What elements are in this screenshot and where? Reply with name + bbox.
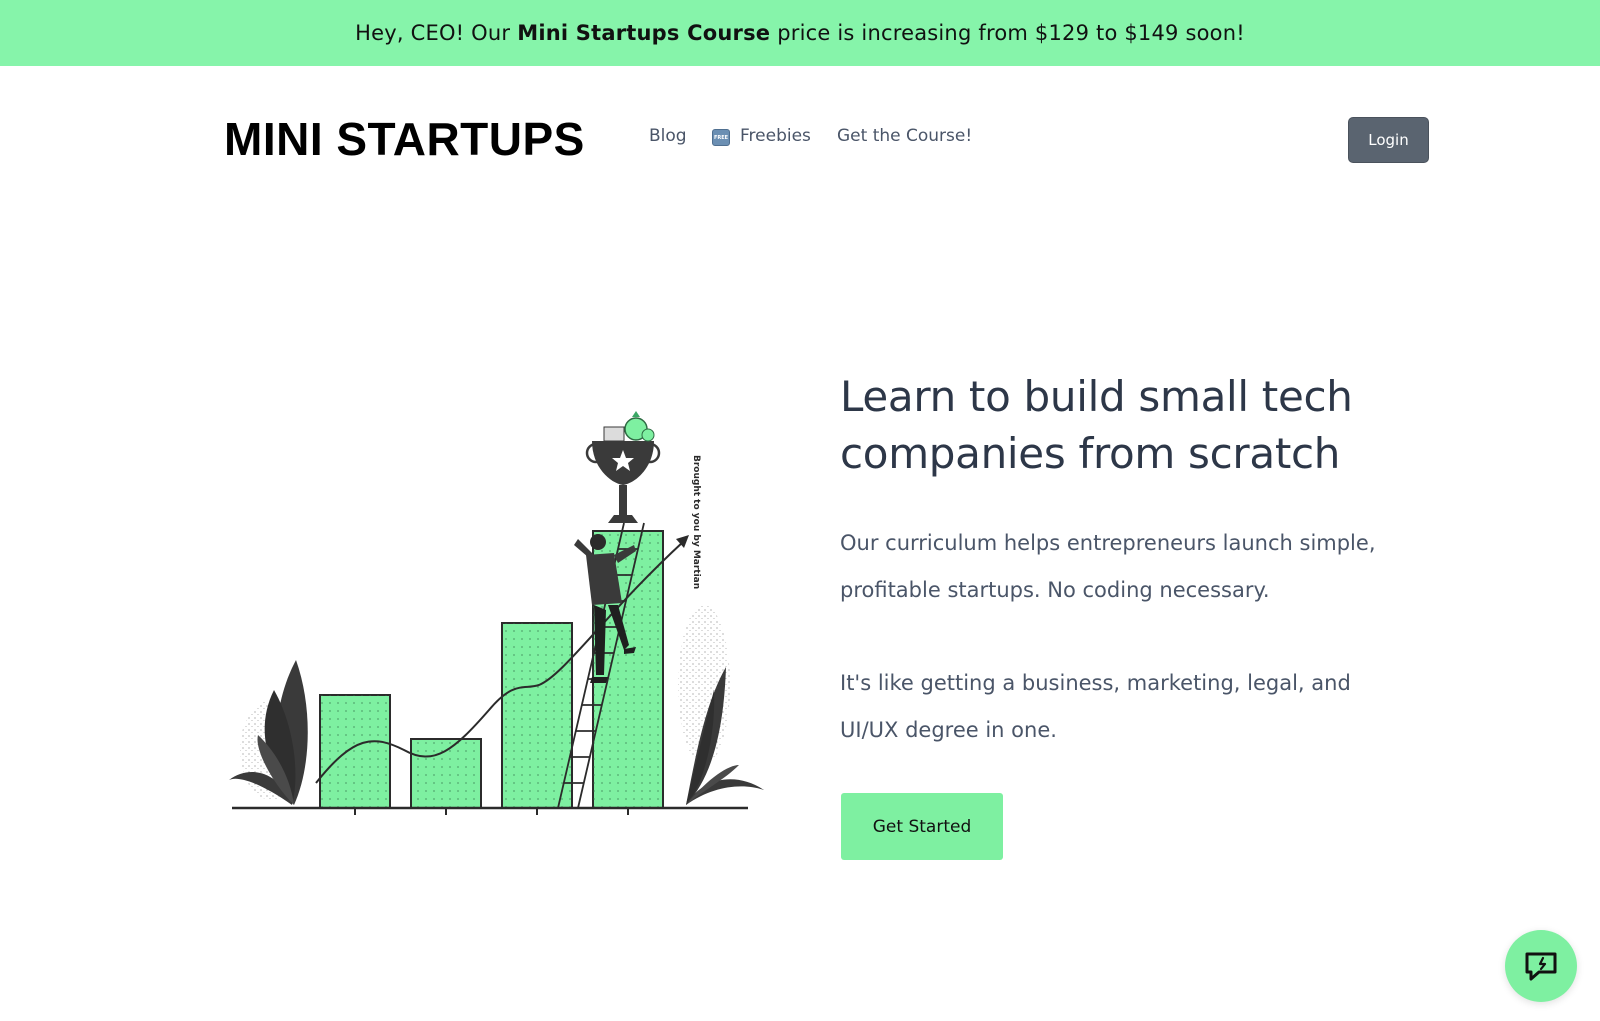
nav-freebies-link[interactable]: Freebies (740, 126, 811, 146)
announcement-prefix: Hey, CEO! Our (355, 21, 511, 45)
site-logo[interactable]: MINI STARTUPS (224, 112, 585, 166)
free-badge-icon: FREE (712, 129, 730, 146)
nav-blog-link[interactable]: Blog (649, 126, 687, 146)
trophy (585, 411, 661, 523)
login-button[interactable]: Login (1348, 117, 1429, 163)
announcement-suffix: price is increasing from $129 to $149 so… (777, 21, 1245, 45)
announcement-bar: Hey, CEO! Our Mini Startups Course price… (0, 0, 1600, 66)
illustration-credit: Brought to you by Martian (691, 455, 701, 589)
chat-bubble-icon (1525, 952, 1557, 981)
hero-paragraph-1: Our curriculum helps entrepreneurs launc… (840, 531, 1376, 602)
hero-illustration: Brought to you by Martian (229, 411, 764, 815)
bar-2-dots (411, 739, 481, 808)
bar-1-dots (320, 695, 390, 808)
announcement-highlight: Mini Startups Course (517, 21, 771, 45)
get-started-button[interactable]: Get Started (841, 793, 1003, 860)
chat-widget-button[interactable] (1505, 930, 1577, 1002)
nav-get-course-link[interactable]: Get the Course! (837, 126, 972, 146)
hero-paragraph-2: It's like getting a business, marketing,… (840, 671, 1351, 742)
plant-left (229, 660, 308, 805)
hero-title: Learn to build small tech companies from… (840, 372, 1353, 478)
bar-3-dots (502, 623, 572, 808)
